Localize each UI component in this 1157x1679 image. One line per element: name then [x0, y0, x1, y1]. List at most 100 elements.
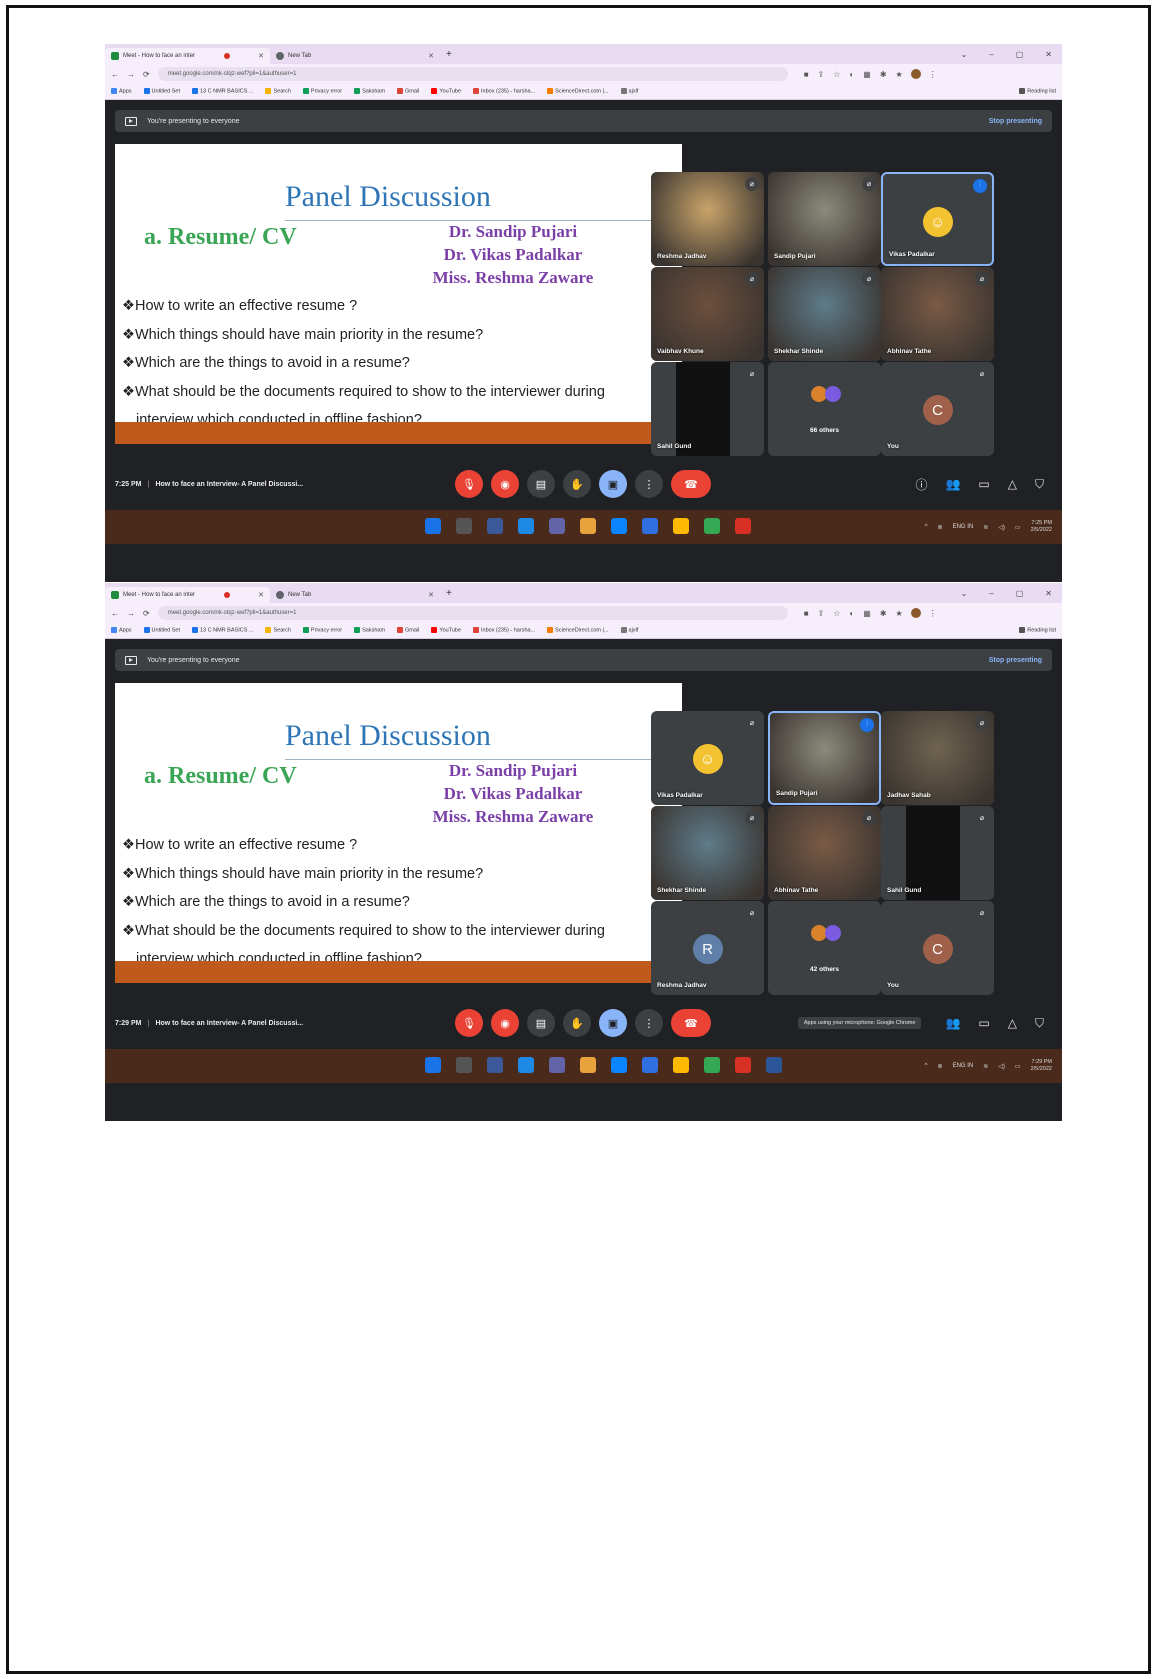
grid-ext-icon[interactable]: ▦: [863, 609, 871, 618]
language-indicator[interactable]: ENG IN: [953, 1063, 974, 1069]
bookmark-item[interactable]: Inbox (235) - harsha...: [473, 627, 535, 634]
folder-icon[interactable]: [673, 518, 689, 534]
activities-icon[interactable]: △: [1008, 1016, 1017, 1030]
puzzle-icon[interactable]: ✱: [880, 609, 887, 618]
bookmark-item[interactable]: YouTube: [431, 88, 461, 95]
bookmark-star-icon[interactable]: ☆: [833, 70, 840, 79]
battery-icon[interactable]: ▭: [1015, 1063, 1021, 1070]
tab-meet[interactable]: Meet - How to face an inter ✕: [105, 48, 270, 64]
people-icon[interactable]: 👥: [945, 1016, 960, 1030]
mic-tray-icon[interactable]: ⊚: [938, 524, 943, 531]
raise-hand-button[interactable]: ✋: [563, 1009, 591, 1037]
tab-meet[interactable]: Meet - How to face an inter ✕: [105, 587, 270, 603]
activities-icon[interactable]: △: [1008, 477, 1017, 491]
chrome-icon[interactable]: [704, 518, 720, 534]
bookmark-item[interactable]: Saksham: [354, 627, 385, 634]
participant-tile[interactable]: ⌀ Shekhar Shinde: [651, 806, 764, 900]
search-icon[interactable]: [456, 1057, 472, 1073]
new-tab-button[interactable]: +: [440, 588, 458, 599]
reading-list[interactable]: Reading list: [1019, 88, 1056, 95]
camera-toggle-button[interactable]: ◉: [491, 470, 519, 498]
widgets-icon[interactable]: [518, 518, 534, 534]
volume-icon[interactable]: ◁): [998, 524, 1005, 531]
stop-presenting-button[interactable]: Stop presenting: [989, 118, 1042, 125]
bookmark-item[interactable]: ajxlf: [620, 88, 638, 95]
task-view-icon[interactable]: [487, 1057, 503, 1073]
maximize-icon[interactable]: ▢: [1016, 589, 1024, 598]
chevron-down-icon[interactable]: ⌄: [961, 589, 968, 598]
wifi-icon[interactable]: ≋: [983, 1063, 988, 1070]
widgets-icon[interactable]: [518, 1057, 534, 1073]
start-icon[interactable]: [425, 518, 441, 534]
participant-tile[interactable]: 42 others: [768, 901, 881, 995]
tab-new[interactable]: New Tab ✕: [270, 48, 440, 64]
taskbar-clock[interactable]: 7:29 PM 2/5/2022: [1031, 1059, 1052, 1073]
info-icon[interactable]: ⓘ: [915, 476, 927, 493]
bookmark-item[interactable]: Search: [265, 88, 291, 95]
bookmark-item[interactable]: ScienceDirect.com |...: [547, 627, 609, 634]
camera-ext-icon[interactable]: ■: [804, 70, 809, 79]
host-controls-icon[interactable]: ⛉: [1035, 1016, 1044, 1031]
raise-hand-button[interactable]: ✋: [563, 470, 591, 498]
profile-avatar[interactable]: [910, 69, 921, 79]
bookmark-item[interactable]: Privacy error: [302, 88, 342, 95]
bookmark-item[interactable]: Untitled Set: [143, 627, 180, 634]
more-options-button[interactable]: ⋮: [635, 470, 663, 498]
captions-button[interactable]: ▤: [527, 470, 555, 498]
chrome-icon[interactable]: [704, 1057, 720, 1073]
participant-tile[interactable]: ⫶ Sandip Pujari: [768, 711, 881, 805]
minimize-icon[interactable]: –: [989, 589, 993, 598]
profile-avatar[interactable]: [910, 608, 921, 618]
close-tab-icon[interactable]: ✕: [428, 52, 434, 60]
bookmark-item[interactable]: Inbox (235) - harsha...: [473, 88, 535, 95]
bookmark-item[interactable]: Apps: [111, 627, 132, 634]
close-tab-icon[interactable]: ✕: [258, 591, 264, 599]
file-explorer-icon[interactable]: [580, 518, 596, 534]
tab-new[interactable]: New Tab ✕: [270, 587, 440, 603]
forward-icon[interactable]: →: [127, 609, 135, 618]
participant-tile[interactable]: ⌀ Vaibhav Khune: [651, 267, 764, 361]
url-field[interactable]: meet.google.com/nk-stqz-wef?pli=1&authus…: [157, 67, 788, 81]
chevron-up-icon[interactable]: ^: [925, 1063, 928, 1069]
share-icon[interactable]: ⇪: [818, 70, 825, 79]
participant-tile[interactable]: C ⌀ You: [881, 362, 994, 456]
close-window-icon[interactable]: ✕: [1045, 50, 1052, 59]
participant-tile[interactable]: R ⌀ Reshma Jadhav: [651, 901, 764, 995]
participant-tile[interactable]: ⌀ Jadhav Sahab: [881, 711, 994, 805]
minimize-icon[interactable]: –: [989, 50, 993, 59]
grid-ext-icon[interactable]: ▦: [863, 70, 871, 79]
chat-icon[interactable]: ▭: [978, 477, 989, 491]
new-tab-button[interactable]: +: [440, 49, 458, 60]
forward-icon[interactable]: →: [127, 70, 135, 79]
bookmark-star-icon[interactable]: ☆: [833, 609, 840, 618]
camera-ext-icon[interactable]: ■: [804, 609, 809, 618]
participant-tile[interactable]: C ⌀ You: [881, 901, 994, 995]
teams-icon[interactable]: [549, 518, 565, 534]
bookmark-item[interactable]: Gmail: [397, 627, 419, 634]
bookmark-item[interactable]: ajxlf: [620, 627, 638, 634]
puzzle-icon[interactable]: ✱: [880, 70, 887, 79]
task-view-icon[interactable]: [487, 518, 503, 534]
chat-icon[interactable]: ▭: [978, 1016, 989, 1030]
powerpoint-icon[interactable]: [735, 1057, 751, 1073]
word-icon[interactable]: [766, 1057, 782, 1073]
pin-icon[interactable]: ★: [896, 609, 903, 618]
participant-tile[interactable]: ⌀ Sahil Gund: [651, 362, 764, 456]
powerpoint-icon[interactable]: [735, 518, 751, 534]
wifi-icon[interactable]: ≋: [983, 524, 988, 531]
maximize-icon[interactable]: ▢: [1016, 50, 1024, 59]
reading-list[interactable]: Reading list: [1019, 627, 1056, 634]
bookmark-item[interactable]: 13 C NMR BASICS ...: [191, 627, 253, 634]
close-tab-icon[interactable]: ✕: [258, 52, 264, 60]
battery-icon[interactable]: ▭: [1015, 524, 1021, 531]
participant-tile[interactable]: ⌀ Abhinav Tathe: [768, 806, 881, 900]
people-icon[interactable]: 👥: [945, 477, 960, 491]
bookmark-item[interactable]: Gmail: [397, 88, 419, 95]
file-explorer-icon[interactable]: [580, 1057, 596, 1073]
participant-tile[interactable]: ⌀ Sahil Gund: [881, 806, 994, 900]
bookmark-item[interactable]: Apps: [111, 88, 132, 95]
store-icon[interactable]: [642, 518, 658, 534]
participant-tile[interactable]: 66 others: [768, 362, 881, 456]
taskbar-clock[interactable]: 7:25 PM 2/5/2022: [1031, 520, 1052, 534]
captions-button[interactable]: ▤: [527, 1009, 555, 1037]
